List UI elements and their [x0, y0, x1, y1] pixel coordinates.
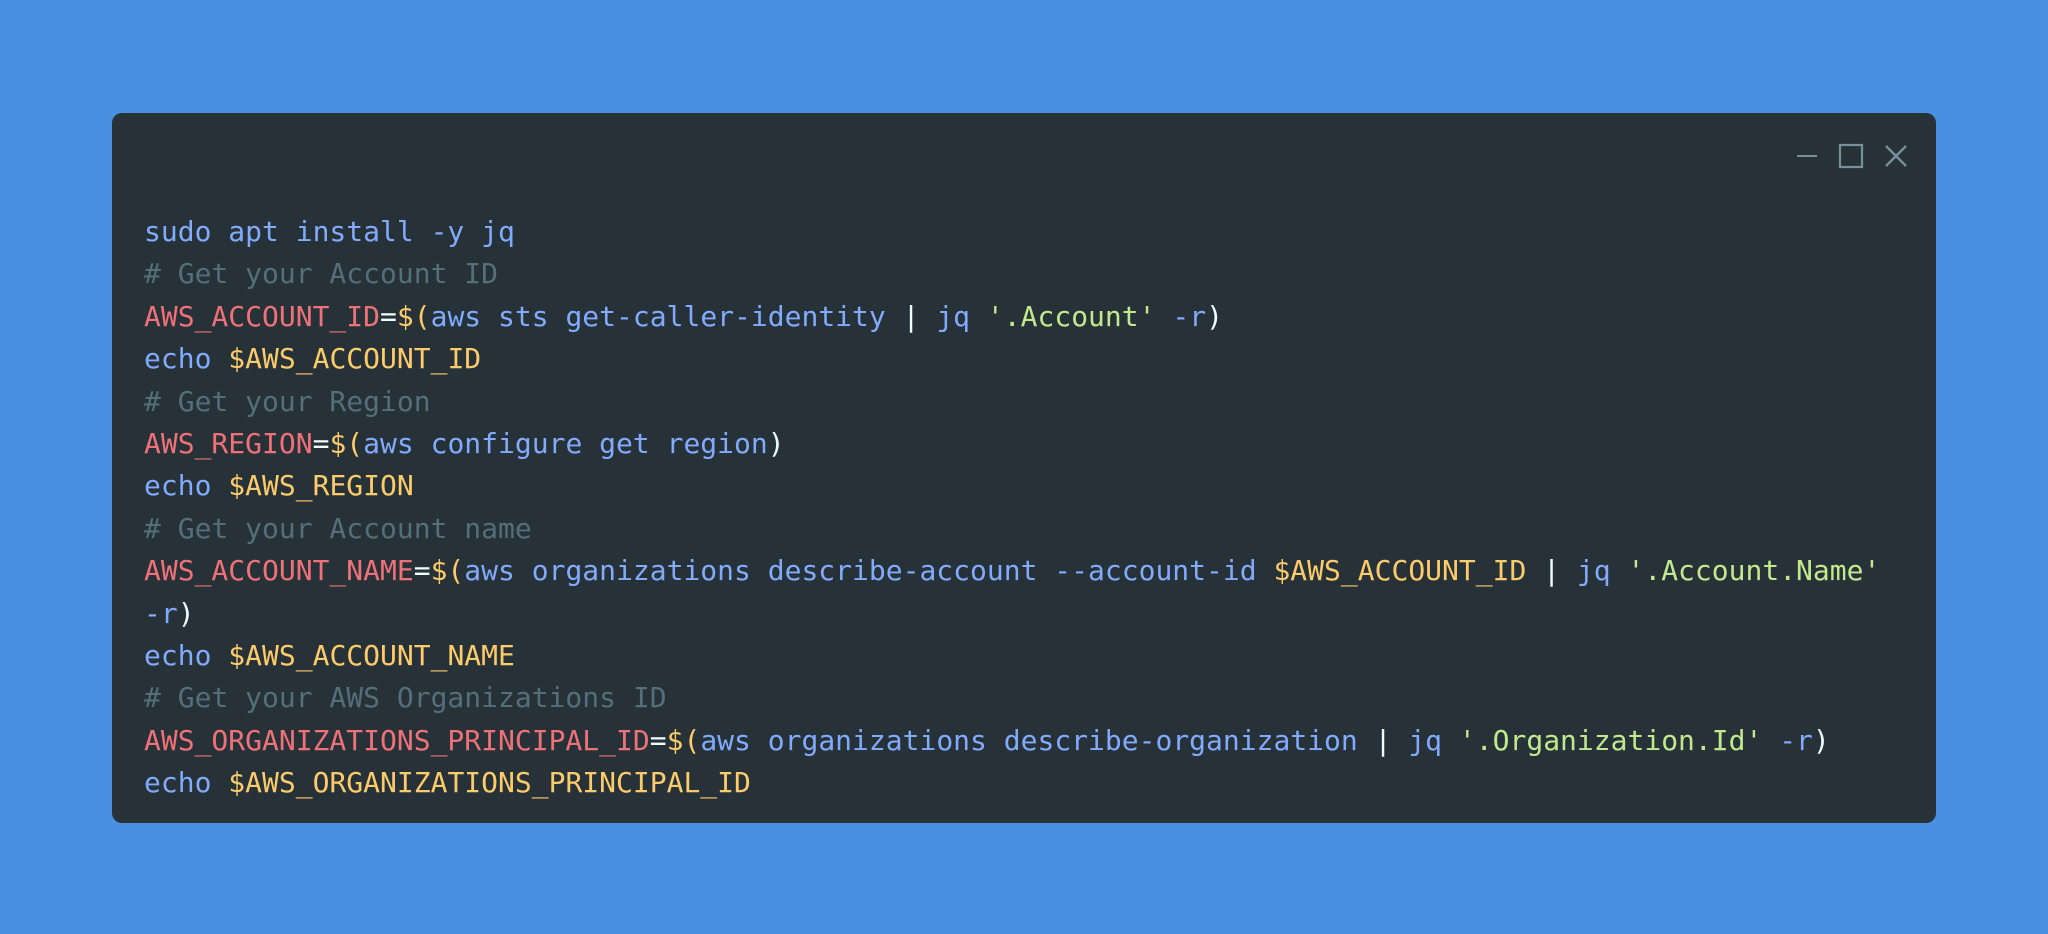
code-line: sudo apt install -y jq — [144, 211, 1920, 253]
code-line: AWS_REGION=$(aws configure get region) — [144, 423, 1920, 465]
code-token-dollar: $( — [430, 554, 465, 588]
code-token-punct: ) — [1206, 299, 1223, 333]
code-token-command: echo — [144, 469, 229, 503]
code-token-punct: = — [312, 427, 330, 461]
code-token-string: '.Account.Name' — [1627, 554, 1881, 588]
code-token-string: '.Organization.Id' — [1458, 723, 1763, 757]
code-token-command: jq — [1408, 723, 1459, 757]
code-token-comment: # Get your AWS Organizations ID — [144, 681, 667, 715]
code-token-dollar: $AWS_REGION — [228, 469, 414, 503]
code-line: echo $AWS_ORGANIZATIONS_PRINCIPAL_ID — [144, 762, 1920, 804]
code-token-string: '.Account' — [986, 299, 1156, 333]
code-token-dollar: $( — [396, 299, 431, 333]
maximize-icon[interactable] — [1838, 143, 1864, 169]
code-token-punct: = — [413, 554, 431, 588]
code-token-command: echo — [144, 342, 229, 376]
terminal-window: sudo apt install -y jq # Get your Account… — [112, 113, 1936, 823]
code-token-punct: | — [902, 299, 937, 333]
code-token-dollar: $( — [329, 427, 364, 461]
code-token-command: sudo apt install -y jq — [144, 215, 515, 248]
code-token-command: -r — [1155, 299, 1207, 333]
code-line: # Get your Account name — [144, 508, 1920, 550]
code-token-dollar: $( — [666, 723, 701, 757]
minimize-icon[interactable] — [1796, 145, 1818, 167]
code-token-punct: = — [649, 723, 667, 757]
code-token-punct: | — [1526, 554, 1577, 588]
code-token-command: aws configure get region — [363, 427, 768, 461]
code-token-comment: # Get your Region — [144, 384, 431, 418]
code-block[interactable]: sudo apt install -y jq # Get your Account… — [144, 211, 1920, 805]
code-line: echo $AWS_ACCOUNT_ID — [144, 338, 1920, 380]
close-icon[interactable] — [1884, 144, 1908, 168]
code-token-command: jq — [1576, 554, 1628, 588]
code-token-punct: ) — [1812, 723, 1830, 757]
code-token-dollar: $AWS_ACCOUNT_ID — [228, 342, 482, 376]
code-token-dollar: $AWS_ACCOUNT_NAME — [228, 639, 515, 673]
code-token-comment: # Get your Account name — [144, 511, 532, 545]
code-token-variable: AWS_ORGANIZATIONS_PRINCIPAL_ID — [144, 723, 650, 757]
code-token-dollar: $AWS_ACCOUNT_ID — [1273, 554, 1527, 588]
code-token-comment: # Get your Account ID — [144, 257, 499, 291]
code-token-punct: ) — [177, 596, 195, 630]
code-token-command: -r — [144, 596, 178, 630]
code-line: # Get your AWS Organizations ID — [144, 677, 1920, 719]
code-line: echo $AWS_REGION — [144, 465, 1920, 507]
code-line: AWS_ACCOUNT_ID=$(aws sts get-caller-iden… — [144, 296, 1920, 338]
code-token-command: echo — [144, 766, 229, 800]
code-token-punct: = — [380, 299, 397, 333]
code-token-command: jq — [936, 299, 987, 333]
window-controls — [1796, 143, 1908, 169]
code-token-command: aws sts get-caller-identity — [430, 299, 903, 333]
code-line: AWS_ACCOUNT_NAME=$(aws organizations des… — [144, 550, 1920, 635]
code-token-variable: AWS_ACCOUNT_NAME — [144, 554, 414, 588]
code-token-command: aws organizations describe-account --acc… — [464, 554, 1274, 588]
code-token-variable: AWS_REGION — [144, 427, 313, 461]
code-token-dollar: $AWS_ORGANIZATIONS_PRINCIPAL_ID — [228, 766, 751, 800]
code-token-punct: | — [1374, 723, 1409, 757]
code-line: AWS_ORGANIZATIONS_PRINCIPAL_ID=$(aws org… — [144, 720, 1920, 762]
code-token-command: -r — [1762, 723, 1813, 757]
code-line: # Get your Region — [144, 381, 1920, 423]
code-token-variable: AWS_ACCOUNT_ID — [144, 299, 381, 333]
code-token-command: echo — [144, 639, 229, 673]
code-line: echo $AWS_ACCOUNT_NAME — [144, 635, 1920, 677]
code-line: # Get your Account ID — [144, 253, 1920, 295]
code-token-punct: ) — [767, 427, 785, 461]
code-token-command: aws organizations describe-organization — [700, 723, 1375, 757]
